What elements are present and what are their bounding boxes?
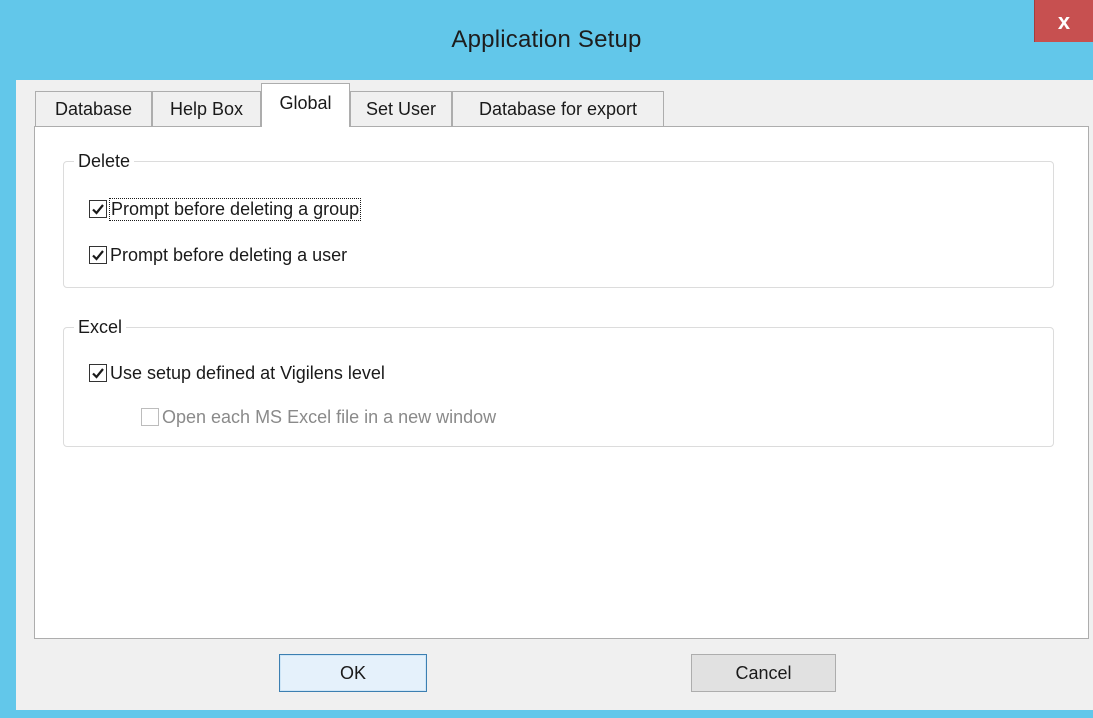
checkmark-icon [92, 368, 104, 379]
title-bar[interactable]: Application Setup x [0, 0, 1093, 80]
delete-group-title: Delete [74, 149, 135, 173]
use-vigilens-setup-label: Use setup defined at Vigilens level [110, 362, 385, 383]
prompt-delete-group-checkbox[interactable] [89, 200, 107, 218]
tab-set-user[interactable]: Set User [350, 91, 452, 126]
window-title: Application Setup [451, 26, 642, 53]
tab-database-for-export[interactable]: Database for export [452, 91, 664, 126]
prompt-delete-group-option[interactable]: Prompt before deleting a group [89, 196, 362, 222]
tab-help-box[interactable]: Help Box [152, 91, 261, 126]
use-vigilens-setup-option[interactable]: Use setup defined at Vigilens level [89, 360, 385, 386]
checkmark-icon [92, 204, 104, 215]
open-excel-new-window-label: Open each MS Excel file in a new window [162, 406, 497, 427]
cancel-button[interactable]: Cancel [691, 654, 836, 692]
prompt-delete-group-label: Prompt before deleting a group [108, 197, 362, 221]
tab-database[interactable]: Database [35, 91, 152, 126]
tab-bar: Database Help Box Global Set User Databa… [16, 80, 1093, 127]
ok-button[interactable]: OK [279, 654, 427, 692]
prompt-delete-user-checkbox[interactable] [89, 246, 107, 264]
use-vigilens-setup-checkbox[interactable] [89, 364, 107, 382]
tab-global[interactable]: Global [261, 83, 350, 127]
global-tab-panel: Delete Prompt before deleting a group Pr… [34, 126, 1089, 639]
close-button[interactable]: x [1034, 0, 1093, 42]
open-excel-new-window-option[interactable]: Open each MS Excel file in a new window [141, 404, 496, 430]
dialog-client-area: Database Help Box Global Set User Databa… [16, 80, 1093, 710]
prompt-delete-user-option[interactable]: Prompt before deleting a user [89, 242, 347, 268]
checkmark-icon [92, 250, 104, 261]
open-excel-new-window-checkbox[interactable] [141, 408, 159, 426]
delete-groupbox: Delete Prompt before deleting a group Pr… [63, 149, 1054, 288]
close-icon: x [1057, 9, 1071, 34]
prompt-delete-user-label: Prompt before deleting a user [110, 244, 348, 265]
application-setup-window: Application Setup x Database Help Box Gl… [0, 0, 1093, 718]
excel-group-title: Excel [74, 315, 127, 339]
excel-groupbox: Excel Use setup defined at Vigilens leve… [63, 315, 1054, 447]
